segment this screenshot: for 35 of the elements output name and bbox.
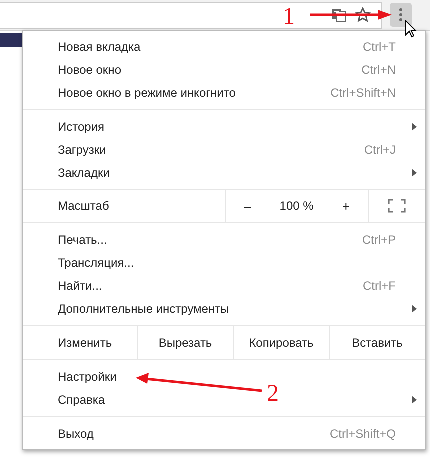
menu-item[interactable]: Новая вкладка [58, 40, 141, 54]
menu-item[interactable]: Новое окно в режиме инкогнито [58, 86, 236, 100]
menu-item[interactable]: Выход [58, 426, 94, 440]
menu-item[interactable]: Новое окно [58, 62, 122, 76]
menu-item[interactable]: Закладки [58, 166, 110, 180]
menu-item[interactable]: Печать... [58, 232, 108, 246]
shortcut-text: Ctrl+T [363, 40, 396, 54]
zoom-in-button[interactable]: + [338, 198, 354, 214]
menu-item[interactable]: Найти... [58, 278, 102, 292]
translate-icon[interactable] [331, 7, 347, 23]
shortcut-text: Ctrl+Shift+Q [330, 426, 396, 440]
annotation-number: 2 [267, 382, 279, 406]
more-icon [399, 8, 403, 22]
zoom-out-button[interactable]: – [240, 198, 256, 214]
shortcut-text: Ctrl+N [362, 62, 396, 76]
menu-item[interactable]: Настройки [58, 370, 117, 384]
menu-item[interactable]: Дополнительные инструменты [58, 302, 230, 316]
page-banner [0, 33, 22, 47]
annotation-number: 1 [283, 5, 295, 29]
zoom-value: 100 % [280, 199, 314, 213]
zoom-label: Масштаб [57, 198, 110, 215]
menu-item[interactable]: История [58, 120, 105, 134]
shortcut-text: Ctrl+Shift+N [330, 86, 396, 100]
shortcut-text: Ctrl+P [362, 232, 396, 246]
menu-item[interactable]: Трансляция... [58, 256, 134, 270]
star-icon[interactable] [355, 7, 371, 23]
menu-item[interactable]: Загрузки [58, 142, 106, 156]
fullscreen-icon[interactable] [388, 199, 406, 213]
address-bar[interactable] [0, 2, 382, 28]
shortcut-text: Ctrl+F [363, 278, 396, 292]
edit-label: Изменить [57, 334, 114, 352]
menu-item[interactable]: Справка [58, 392, 106, 406]
menu-button[interactable] [390, 3, 412, 27]
edit-button[interactable]: Вставить [329, 326, 425, 359]
shortcut-text: Ctrl+J [364, 142, 396, 156]
